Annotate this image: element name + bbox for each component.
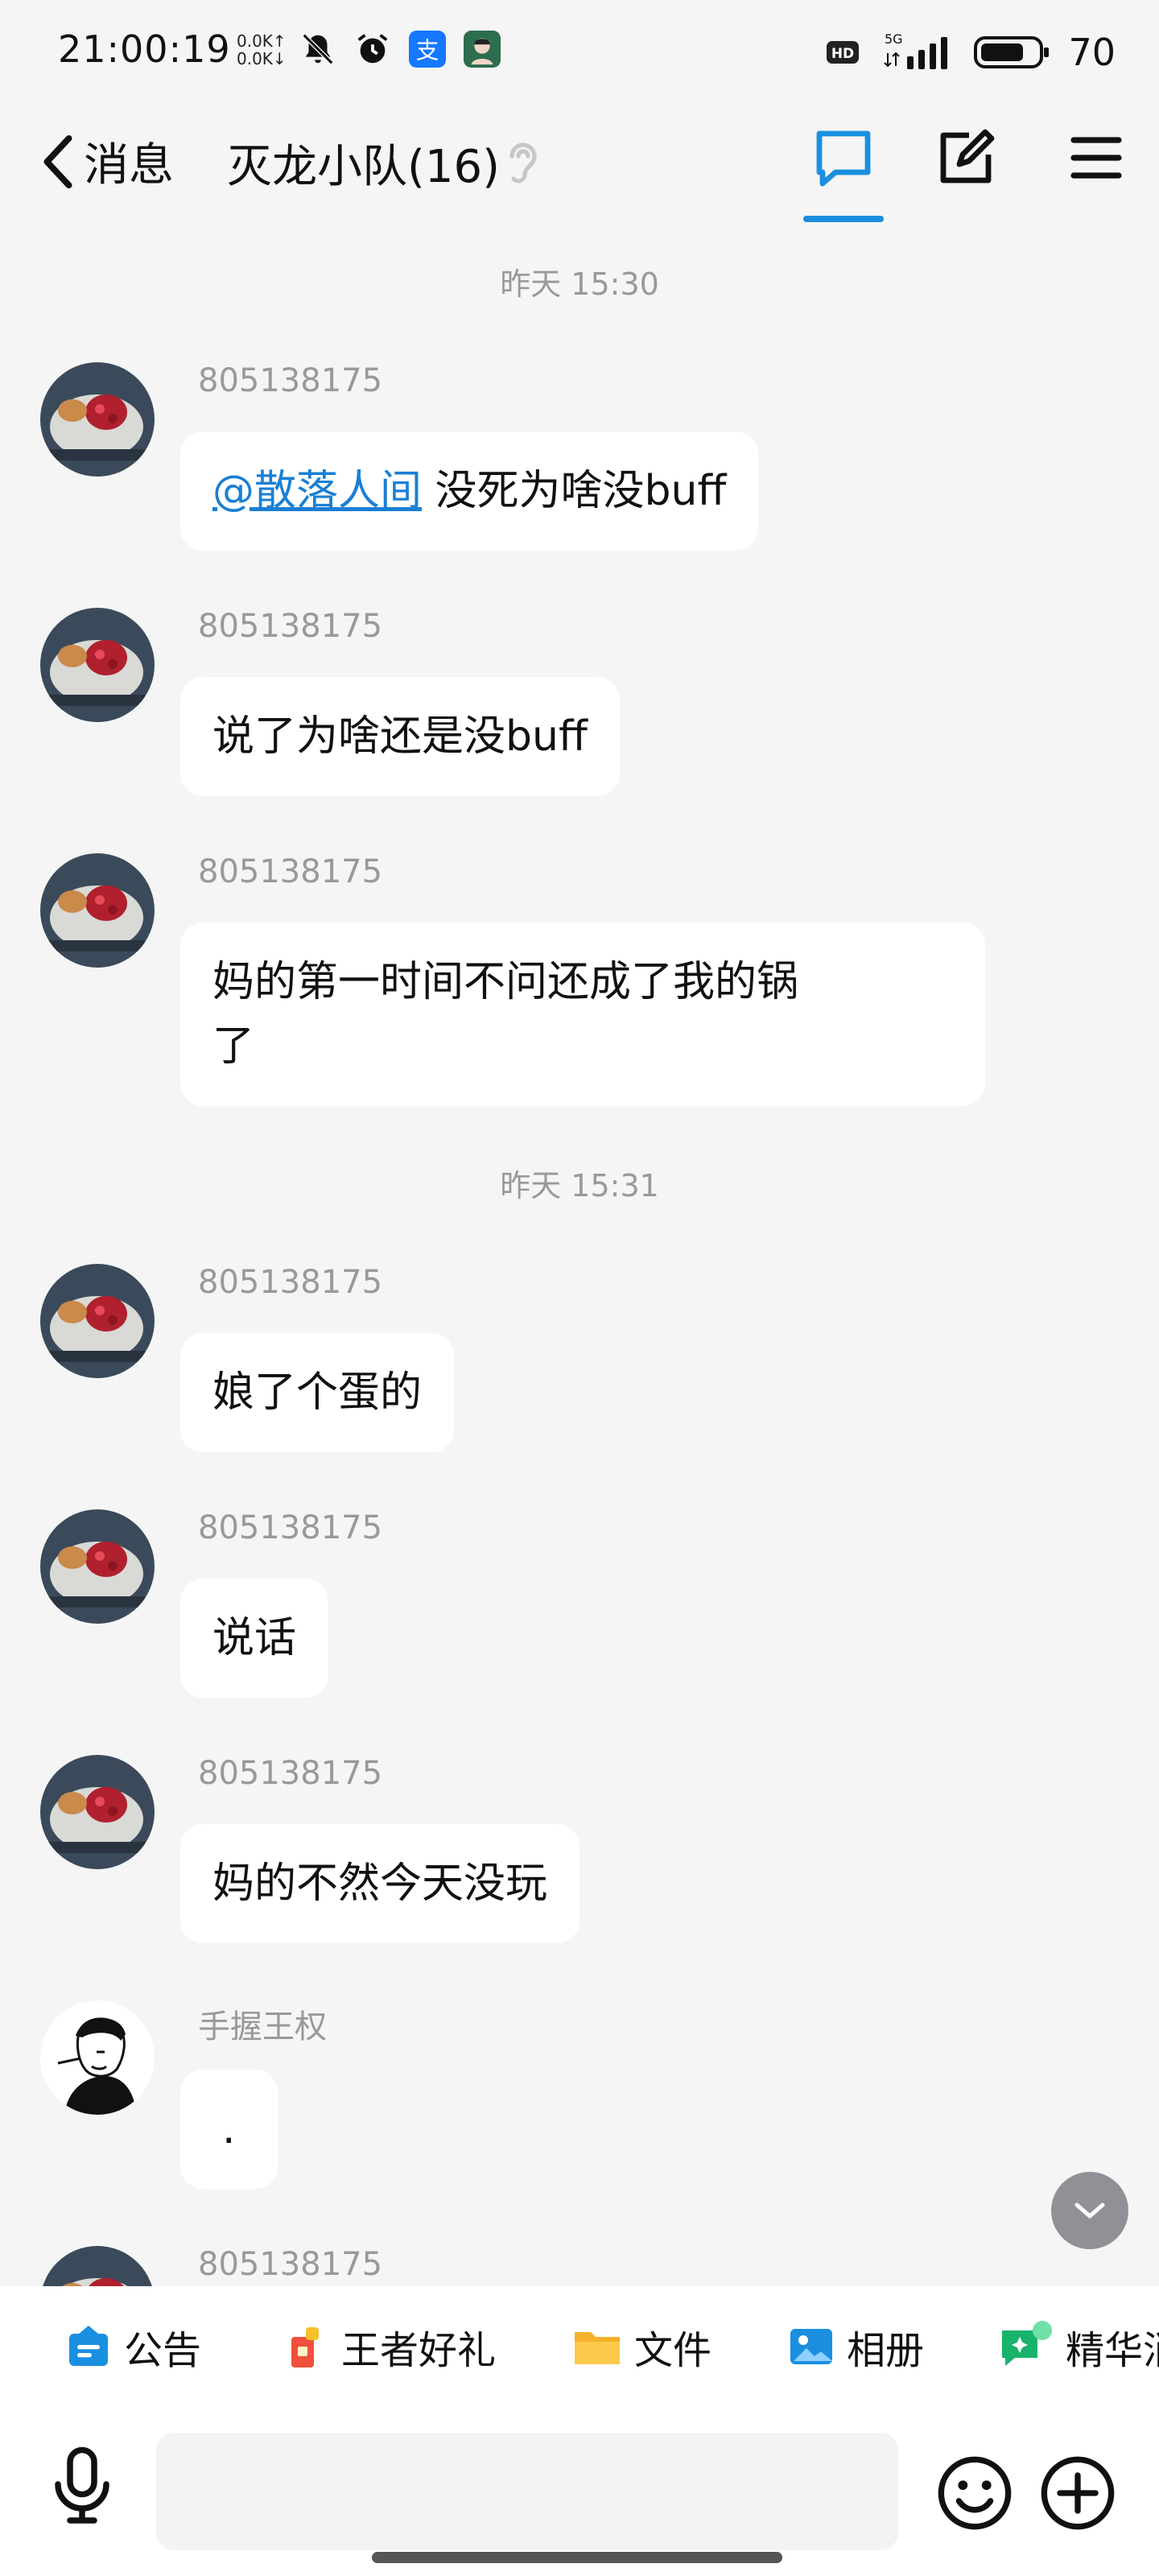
home-indicator[interactable]	[372, 2552, 782, 2563]
title-bar: 消息 灭龙小队(16)	[0, 113, 1159, 233]
net-down: 0.0K↓	[237, 49, 287, 68]
message-text: 说了为啥还是没buff	[212, 712, 588, 761]
message-text: .	[222, 2105, 236, 2153]
app-avatar-icon	[464, 31, 501, 68]
message-input[interactable]	[156, 2433, 898, 2550]
message-bubble[interactable]: .	[180, 2070, 278, 2189]
svg-text:支: 支	[416, 37, 439, 64]
group-title[interactable]: 灭龙小队(16)	[227, 130, 500, 196]
album-icon	[790, 2329, 832, 2364]
alarm-icon	[357, 34, 388, 64]
timestamp: 昨天 15:31	[500, 1168, 659, 1203]
net-up: 0.0K↑	[237, 31, 287, 51]
avatar[interactable]	[40, 2246, 155, 2286]
signal-icon: 5G	[884, 32, 948, 69]
avatar[interactable]	[40, 1509, 155, 1624]
svg-text:5G: 5G	[885, 32, 903, 47]
status-bar: 21:00:19 0.0K↑ 0.0K↓ 支 HD 5G 70	[0, 0, 1159, 97]
message-bubble[interactable]: 妈的第一时间不问还成了我的锅 了	[180, 923, 985, 1106]
avatar[interactable]	[40, 362, 155, 477]
toolbar-label: 相册	[847, 2328, 925, 2373]
chevron-down-icon	[1074, 2202, 1105, 2219]
back-label: 消息	[84, 139, 174, 192]
message-text: 妈的第一时间不问还成了我的锅	[212, 958, 799, 1006]
message-text: 说话	[212, 1614, 297, 1662]
mention-link[interactable]: @散落人间	[212, 467, 422, 515]
message-bubble[interactable]: 说话	[180, 1579, 329, 1698]
battery-icon	[974, 36, 1050, 68]
toolbar-item-gift[interactable]: 王者好礼	[282, 2318, 496, 2375]
menu-icon[interactable]	[1064, 126, 1128, 190]
status-right: HD 5G 70	[825, 31, 1116, 74]
toolbar-label: 王者好礼	[341, 2328, 497, 2373]
message-text: 娘了个蛋的	[212, 1368, 423, 1417]
announcement-icon	[69, 2326, 108, 2366]
status-time: 21:00:19	[58, 27, 231, 71]
chat-messages[interactable]: 昨天 15:30 805138175 @散落人间 没死为啥没buff 80513…	[0, 242, 1159, 2286]
message-bubble[interactable]: 妈的不然今天没玩	[180, 1824, 580, 1943]
ear-mode-icon[interactable]	[499, 137, 544, 188]
toolbar-item-album[interactable]: 相册	[787, 2318, 924, 2375]
toolbar-label: 公告	[124, 2328, 202, 2373]
avatar[interactable]	[40, 1755, 155, 1869]
sender-name: 805138175	[198, 1755, 383, 1792]
voice-mic-icon[interactable]	[50, 2444, 114, 2524]
folder-icon	[575, 2332, 620, 2364]
input-bar	[0, 2407, 1159, 2576]
emoji-icon[interactable]	[935, 2454, 1014, 2533]
sender-name: 805138175	[198, 2246, 383, 2283]
sender-name: 手握王权	[198, 2008, 327, 2046]
active-tab-indicator	[803, 216, 884, 222]
avatar[interactable]	[40, 853, 155, 968]
toolbar-item-file[interactable]: 文件	[571, 2318, 711, 2375]
essence-message-icon	[1002, 2321, 1052, 2366]
mute-bell-icon	[302, 33, 334, 65]
message-bubble[interactable]: 娘了个蛋的	[180, 1333, 455, 1452]
back-button[interactable]: 消息	[40, 129, 174, 194]
avatar[interactable]	[40, 1264, 155, 1378]
message-text-line2: 了	[212, 1022, 255, 1071]
quick-toolbar: 公告 王者好礼 文件 相册 精华消	[0, 2286, 1159, 2407]
scroll-to-bottom-button[interactable]	[1051, 2172, 1128, 2249]
message-text: 妈的不然今天没玩	[212, 1860, 548, 1908]
hd-icon: HD	[827, 41, 860, 64]
avatar[interactable]	[40, 608, 155, 722]
edit-note-icon[interactable]	[934, 126, 998, 190]
svg-text:HD: HD	[831, 46, 854, 62]
message-text: 没死为啥没buff	[422, 467, 727, 515]
alipay-icon: 支	[409, 31, 446, 68]
toolbar-item-announcement[interactable]: 公告	[64, 2318, 201, 2375]
battery-percent: 70	[1068, 31, 1116, 74]
sender-name: 805138175	[198, 1509, 383, 1546]
message-bubble[interactable]: 说了为啥还是没buff	[180, 677, 620, 796]
avatar[interactable]	[40, 2000, 155, 2115]
sender-name: 805138175	[198, 608, 383, 645]
toolbar-label: 精华消	[1066, 2328, 1159, 2373]
message-bubble[interactable]: @散落人间 没死为啥没buff	[180, 431, 759, 551]
status-icons: 支	[299, 31, 501, 68]
plus-icon[interactable]	[1038, 2454, 1117, 2533]
sender-name: 805138175	[198, 1264, 383, 1301]
toolbar-label: 文件	[634, 2328, 712, 2373]
chevron-left-icon	[43, 134, 72, 188]
gift-icon	[291, 2327, 319, 2368]
timestamp: 昨天 15:30	[500, 266, 659, 302]
sender-name: 805138175	[198, 853, 383, 890]
network-speed: 0.0K↑ 0.0K↓	[237, 32, 287, 68]
sender-name: 805138175	[198, 362, 383, 399]
chat-tab-icon[interactable]	[811, 126, 876, 190]
toolbar-item-essence[interactable]: 精华消	[998, 2318, 1159, 2375]
